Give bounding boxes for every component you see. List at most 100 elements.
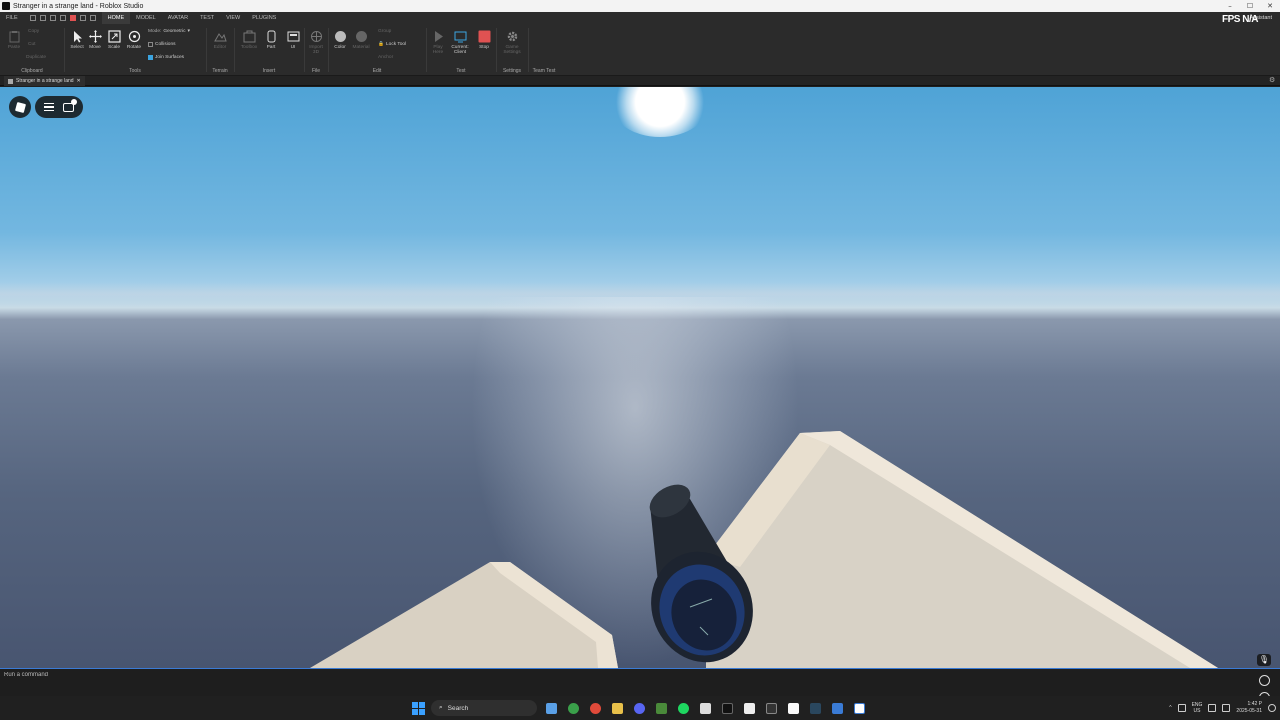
- microphone-tray-icon[interactable]: [1177, 704, 1186, 712]
- cut-button[interactable]: Cut: [28, 42, 35, 47]
- terrain-icon: [213, 33, 227, 42]
- current-client-button[interactable]: Current: Client: [450, 30, 470, 55]
- search-label: Search: [447, 704, 469, 712]
- ui-button[interactable]: UI: [283, 30, 303, 50]
- task-view-icon[interactable]: [543, 700, 559, 716]
- move-tool[interactable]: Move: [85, 30, 105, 50]
- minimize-button[interactable]: –: [1220, 2, 1240, 10]
- lock-tool-label: Lock Tool: [385, 42, 407, 47]
- part-button[interactable]: Part: [261, 30, 281, 50]
- scale-tool[interactable]: Scale: [104, 30, 124, 50]
- play-here-button[interactable]: Play Here: [428, 30, 448, 55]
- material-icon: [355, 31, 367, 42]
- hamburger-menu-icon[interactable]: [43, 103, 54, 111]
- target-icon[interactable]: [1258, 675, 1270, 686]
- windows-start-icon[interactable]: [412, 701, 425, 715]
- terrain-editor-button[interactable]: Editor: [210, 30, 230, 50]
- color-icon: [334, 31, 346, 42]
- tab-plugins[interactable]: PLUGINS: [246, 12, 282, 24]
- file-explorer-icon[interactable]: [609, 700, 625, 716]
- command-input[interactable]: [4, 670, 1244, 680]
- lock-tool-button[interactable]: 🔒 Lock Tool: [378, 42, 406, 47]
- stop-icon[interactable]: [69, 15, 76, 21]
- language-line2: US: [1193, 708, 1201, 714]
- network-icon[interactable]: [1208, 704, 1217, 712]
- import-3d-label: Import 3D: [309, 45, 323, 55]
- notepad-icon[interactable]: [785, 700, 801, 716]
- steam-icon[interactable]: [807, 700, 823, 716]
- notification-icon[interactable]: [1268, 704, 1276, 712]
- game-settings-button[interactable]: Game Settings: [502, 30, 522, 55]
- rotate-tool[interactable]: Rotate: [124, 30, 144, 50]
- minecraft-icon[interactable]: [653, 700, 669, 716]
- taskbar-apps: ⌕ Search: [412, 696, 867, 720]
- gear-icon[interactable]: ⚙: [1269, 77, 1276, 84]
- chevron-down-icon: ▾: [187, 29, 190, 34]
- join-surfaces-toggle[interactable]: Join Surfaces: [148, 55, 184, 60]
- xbox-icon[interactable]: [565, 700, 581, 716]
- chrome-icon[interactable]: [587, 700, 603, 716]
- file-label: File: [311, 68, 321, 74]
- roblox-menu-button[interactable]: [9, 96, 31, 118]
- volume-icon[interactable]: [1222, 704, 1231, 712]
- tab-home[interactable]: HOME: [101, 12, 131, 24]
- save-icon[interactable]: [49, 15, 56, 21]
- game-viewport[interactable]: 🎙: [0, 87, 1280, 668]
- close-button[interactable]: ✕: [1260, 2, 1280, 10]
- tab-close-icon[interactable]: ✕: [77, 78, 81, 84]
- copy-button[interactable]: Copy: [28, 29, 39, 34]
- roblox-studio-taskbar-icon[interactable]: [851, 700, 867, 716]
- undo-icon[interactable]: [79, 15, 86, 21]
- tab-view[interactable]: VIEW: [220, 12, 246, 24]
- menu-file[interactable]: FILE: [0, 12, 24, 24]
- join-surfaces-checkbox[interactable]: [148, 55, 153, 60]
- new-icon[interactable]: [29, 15, 36, 21]
- redo-icon[interactable]: [89, 15, 96, 21]
- tab-avatar[interactable]: AVATAR: [162, 12, 194, 24]
- topbar-pill: [35, 96, 83, 118]
- discord-icon[interactable]: [631, 700, 647, 716]
- language-indicator[interactable]: ENG US: [1192, 702, 1203, 714]
- play-icon[interactable]: [59, 15, 66, 21]
- microphone-icon[interactable]: 🎙: [1257, 654, 1271, 666]
- move-icon: [88, 30, 102, 43]
- group-button[interactable]: Group: [378, 29, 391, 34]
- select-tool[interactable]: Select: [67, 30, 87, 50]
- color-button[interactable]: Color: [330, 30, 350, 50]
- tab-test[interactable]: TEST: [194, 12, 220, 24]
- insert-label: Insert: [262, 68, 276, 74]
- spotify-icon[interactable]: [675, 700, 691, 716]
- mode-select[interactable]: Mode: Geometric ▾: [148, 29, 190, 34]
- team-test-label[interactable]: Team Test: [528, 68, 560, 74]
- toolbox-icon: [243, 30, 255, 43]
- paste-button[interactable]: Paste: [4, 30, 24, 50]
- test-label: Test: [456, 68, 466, 74]
- select-label: Select: [70, 45, 84, 50]
- document-tab[interactable]: Stranger in a strange land ✕: [4, 76, 85, 86]
- import-3d-button[interactable]: Import 3D: [306, 30, 326, 55]
- roblox-icon[interactable]: [741, 700, 757, 716]
- clipboard-group: Paste Copy Cut Duplicate Clipboard: [0, 24, 64, 76]
- chevron-up-icon[interactable]: ^: [1169, 705, 1171, 711]
- chat-icon[interactable]: [63, 98, 78, 112]
- open-icon[interactable]: [39, 15, 46, 21]
- calendar-icon[interactable]: [697, 700, 713, 716]
- gear-icon: [507, 31, 517, 42]
- stop-button[interactable]: Stop: [474, 30, 494, 50]
- checkmark-app-icon[interactable]: [829, 700, 845, 716]
- duplicate-button[interactable]: Duplicate: [26, 55, 46, 60]
- app-icon[interactable]: [763, 700, 779, 716]
- material-button[interactable]: Material: [351, 30, 371, 50]
- collisions-checkbox[interactable]: [148, 42, 153, 47]
- clock[interactable]: 1:42 P 2025-05-31: [1236, 701, 1262, 715]
- x-app-icon[interactable]: [719, 700, 735, 716]
- scale-icon: [107, 30, 121, 43]
- edit-group: Color Material Group 🔒 Lock Tool Anchor …: [328, 24, 426, 76]
- taskbar-search[interactable]: ⌕ Search: [431, 700, 537, 716]
- collisions-toggle[interactable]: Collisions: [148, 42, 176, 47]
- anchor-button[interactable]: Anchor: [378, 55, 393, 60]
- toolbox-button[interactable]: Toolbox: [239, 30, 259, 50]
- tab-model[interactable]: MODEL: [130, 12, 162, 24]
- maximize-button[interactable]: ☐: [1240, 2, 1260, 10]
- settings-group: Game Settings Settings: [496, 24, 528, 76]
